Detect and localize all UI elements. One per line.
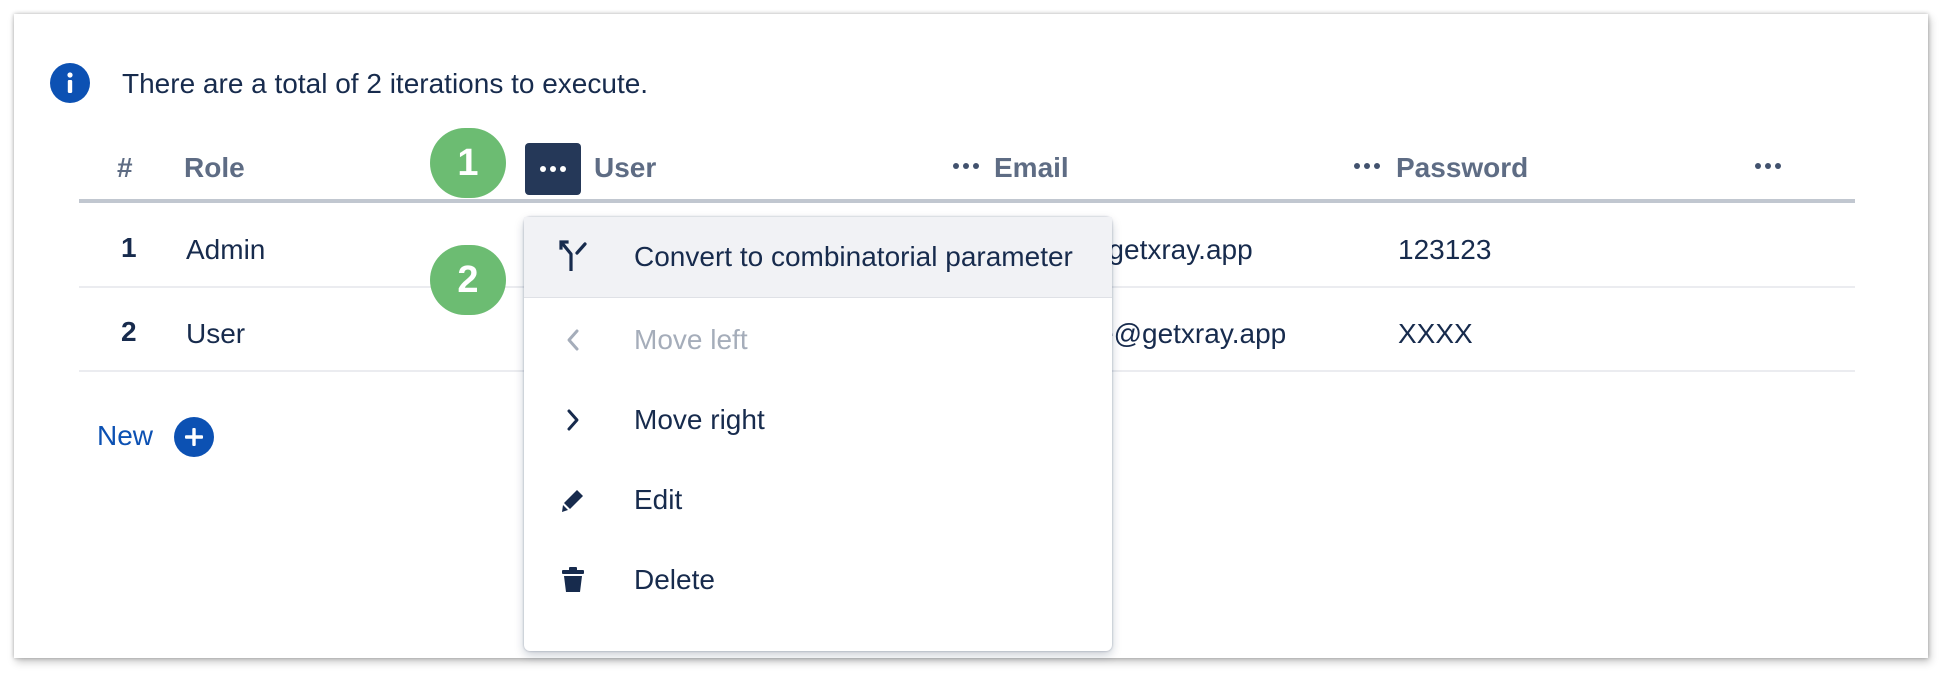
trash-icon xyxy=(558,564,588,596)
column-header-user: User xyxy=(594,152,657,183)
menu-item-label: Move right xyxy=(634,404,765,435)
menu-item-label: Convert to combinatorial parameter xyxy=(634,241,1073,272)
merge-icon xyxy=(558,240,588,273)
pencil-icon xyxy=(558,484,588,516)
annotation-badge-1: 1 xyxy=(430,128,506,198)
plus-icon xyxy=(185,428,203,446)
column-header-number: # xyxy=(117,152,133,183)
chevron-left-icon xyxy=(558,324,588,356)
new-row-link[interactable]: New xyxy=(97,420,153,452)
menu-item-move-right[interactable]: Move right xyxy=(524,380,1112,460)
row-2-number: 2 xyxy=(121,316,137,347)
menu-item-label: Delete xyxy=(634,564,715,595)
add-row-button[interactable] xyxy=(174,417,214,457)
annotation-badge-2: 2 xyxy=(430,245,506,315)
column-context-menu: Convert to combinatorial parameter Move … xyxy=(524,217,1112,651)
user-column-menu-button[interactable] xyxy=(946,150,986,182)
menu-item-move-left[interactable]: Move left xyxy=(524,300,1112,380)
chevron-right-icon xyxy=(558,404,588,436)
column-header-role: Role xyxy=(184,152,245,183)
row-2-role[interactable]: User xyxy=(186,318,245,350)
row-2-email[interactable]: e@getxray.app xyxy=(1098,318,1286,350)
column-header-password: Password xyxy=(1396,152,1529,183)
iterations-panel: There are a total of 2 iterations to exe… xyxy=(14,14,1928,658)
column-header-email: Email xyxy=(994,152,1069,183)
email-column-menu-button[interactable] xyxy=(1347,150,1387,182)
info-icon xyxy=(50,63,90,103)
password-column-menu-button[interactable] xyxy=(1748,150,1788,182)
row-1-role[interactable]: Admin xyxy=(186,234,265,266)
row-2-password[interactable]: XXXX xyxy=(1398,318,1473,350)
row-1-number: 1 xyxy=(121,232,137,263)
menu-item-edit[interactable]: Edit xyxy=(524,460,1112,540)
menu-item-label: Edit xyxy=(634,484,683,515)
menu-item-delete[interactable]: Delete xyxy=(524,540,1112,620)
table-header-divider xyxy=(79,199,1855,203)
menu-item-label: Move left xyxy=(634,324,748,355)
menu-item-convert-combinatorial[interactable]: Convert to combinatorial parameter xyxy=(524,217,1112,298)
iterations-info-text: There are a total of 2 iterations to exe… xyxy=(122,68,649,99)
row-1-password[interactable]: 123123 xyxy=(1398,234,1491,266)
role-column-menu-button[interactable] xyxy=(525,143,581,195)
